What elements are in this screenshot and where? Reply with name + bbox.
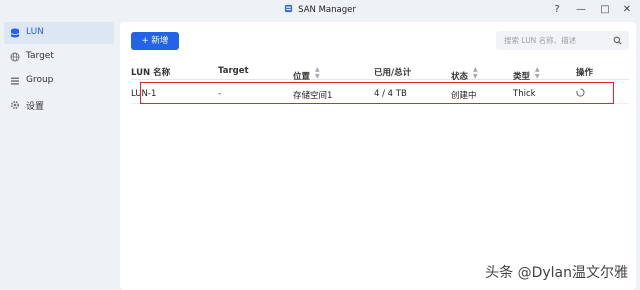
window-title: SAN Manager [0,4,640,15]
column-header-target[interactable]: Target [218,66,249,76]
sidebar-item-target[interactable]: Target [4,46,114,68]
sort-icon[interactable]: ▲ ▼ [315,66,320,80]
sidebar-item-lun[interactable]: LUN [4,22,114,44]
sidebar: LUN Target Group 设置 [0,20,118,290]
column-header-label: Target [218,66,249,76]
database-icon [10,28,20,38]
search-input[interactable] [496,31,611,50]
help-button[interactable]: ? [549,2,565,18]
watermark: 头条 @Dylan温文尔雅 [485,265,628,281]
sort-icon[interactable]: ▲ ▼ [473,66,478,80]
column-header-label: 已用/总计 [374,68,412,78]
column-header-location[interactable]: 位置 ▲ ▼ [293,66,320,82]
sidebar-item-label: LUN [26,27,44,37]
sidebar-item-label: Group [26,75,54,85]
column-header-type[interactable]: 类型 ▲ ▼ [513,66,540,82]
column-header-name[interactable]: LUN 名称 [131,66,170,78]
sidebar-item-settings[interactable]: 设置 [4,94,114,116]
title-bar: SAN Manager ? — □ ✕ [0,0,640,20]
globe-icon [10,52,20,62]
app-icon [285,4,293,13]
column-header-label: LUN 名称 [131,68,171,78]
column-header-label: 类型 [513,72,531,82]
sidebar-item-label: Target [26,51,54,61]
column-header-label: 状态 [451,72,469,82]
column-header-usage[interactable]: 已用/总计 [374,66,411,78]
main-panel: + 新增 LUN 名称 Target 位置 ▲▼ 已用/总计 状态 ▲▼ 类型 ▲▼ … [120,22,636,290]
sidebar-item-label: 设置 [26,102,45,112]
maximize-button[interactable]: □ [597,2,613,18]
list-icon [11,77,19,85]
window-title-text: SAN Manager [298,5,356,15]
search-box [496,31,629,50]
add-lun-button[interactable]: + 新增 [131,32,179,50]
close-button[interactable]: ✕ [619,2,635,18]
gear-icon [10,100,20,110]
sort-icon[interactable]: ▲ ▼ [535,66,540,80]
column-header-label: 位置 [293,72,311,82]
highlight-box [140,82,614,104]
table-header: LUN 名称 Target 位置 ▲ ▼ 已用/总计 状态 ▲ ▼ 类型 ▲ ▼ 操作 [131,60,629,82]
minimize-button[interactable]: — [573,2,589,18]
sidebar-item-group[interactable]: Group [4,70,114,92]
column-header-status[interactable]: 状态 ▲ ▼ [451,66,478,82]
column-header-label: 操作 [576,68,594,78]
column-header-actions: 操作 [576,66,593,78]
search-icon[interactable] [613,36,622,45]
